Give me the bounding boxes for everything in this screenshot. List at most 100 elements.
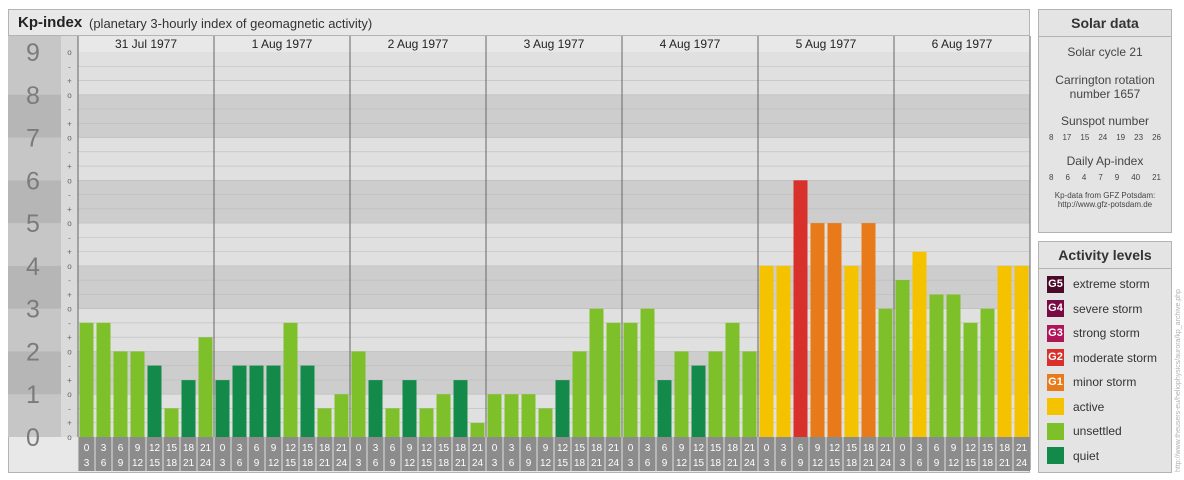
hour-end-label: 3 xyxy=(492,458,498,469)
y-tick-label: 3 xyxy=(26,296,40,324)
hour-end-label: 3 xyxy=(220,458,226,469)
hour-start-label: 0 xyxy=(356,443,362,454)
sunspot-value: 15 xyxy=(1080,133,1090,142)
hour-start-label: 18 xyxy=(455,443,467,454)
kp-bar xyxy=(368,380,383,437)
kp-bar xyxy=(572,351,587,437)
hour-start-label: 12 xyxy=(421,443,433,454)
hour-end-label: 9 xyxy=(118,458,124,469)
hour-end-label: 15 xyxy=(557,458,569,469)
thirds-tick-label: o xyxy=(67,390,72,399)
thirds-tick-label: - xyxy=(68,105,71,114)
hour-end-label: 9 xyxy=(390,458,396,469)
thirds-tick-label: - xyxy=(68,62,71,71)
kp-bar xyxy=(504,394,519,437)
hour-start-label: 0 xyxy=(492,443,498,454)
activity-level-item: G5 extreme storm xyxy=(1039,272,1171,297)
level-swatch: G1 xyxy=(1047,373,1064,391)
sunspot-value: 19 xyxy=(1116,133,1126,142)
hour-end-label: 18 xyxy=(574,458,586,469)
kp-bar xyxy=(878,308,893,437)
hour-start-label: 3 xyxy=(645,443,651,454)
y-tick-label: 0 xyxy=(26,424,40,452)
kp-chart: 0123456789o+-o+-o+-o+-o+-o+-o+-o+-o+-o31… xyxy=(8,36,1031,471)
hour-start-label: 12 xyxy=(965,443,977,454)
kp-bar xyxy=(538,408,553,437)
hour-end-label: 18 xyxy=(982,458,994,469)
copyright-text: http://www.theusers-eu/heliophysics/auro… xyxy=(1175,289,1182,472)
activity-level-item: G3 strong storm xyxy=(1039,321,1171,346)
kp-bar xyxy=(300,365,315,437)
hour-start-label: 18 xyxy=(999,443,1011,454)
level-swatch: G2 xyxy=(1047,349,1064,367)
hour-start-label: 0 xyxy=(220,443,226,454)
thirds-tick-label: o xyxy=(67,134,72,143)
carrington-line2: number 1657 xyxy=(1069,87,1141,101)
activity-levels-list: G5 extreme storm G4 severe storm G3 strong st… xyxy=(1039,269,1171,468)
hour-start-label: 21 xyxy=(472,443,484,454)
y-tick-label: 6 xyxy=(26,167,40,195)
sunspot-value: 26 xyxy=(1152,133,1161,142)
hour-end-label: 15 xyxy=(965,458,977,469)
hour-end-label: 3 xyxy=(356,458,362,469)
hour-start-label: 15 xyxy=(166,443,178,454)
y-tick-label: 5 xyxy=(26,210,40,238)
thirds-tick-label: o xyxy=(67,91,72,100)
sunspot-value: 23 xyxy=(1134,133,1144,142)
hour-end-label: 21 xyxy=(727,458,739,469)
ap-value: 7 xyxy=(1098,173,1103,182)
hour-start-label: 18 xyxy=(183,443,195,454)
source-link[interactable]: http://www.gfz-potsdam.de xyxy=(1039,200,1171,209)
hour-end-label: 24 xyxy=(336,458,348,469)
level-label: severe storm xyxy=(1073,301,1143,316)
hour-start-label: 3 xyxy=(101,443,107,454)
solar-data-heading: Solar data xyxy=(1039,10,1171,37)
hour-start-label: 9 xyxy=(271,443,277,454)
plot-band xyxy=(78,265,1030,309)
kp-bar xyxy=(623,322,638,437)
hour-end-label: 15 xyxy=(149,458,161,469)
hour-start-label: 9 xyxy=(679,443,685,454)
kp-bar xyxy=(606,322,621,437)
kp-bar xyxy=(334,394,349,437)
hour-end-label: 6 xyxy=(645,458,651,469)
hour-start-label: 12 xyxy=(693,443,705,454)
hour-end-label: 24 xyxy=(472,458,484,469)
hour-start-label: 21 xyxy=(336,443,348,454)
kp-bar xyxy=(980,308,995,437)
thirds-tick-label: - xyxy=(68,319,71,328)
kp-bar xyxy=(997,265,1012,437)
hour-start-label: 0 xyxy=(628,443,634,454)
hour-start-label: 21 xyxy=(608,443,620,454)
activity-levels-heading: Activity levels xyxy=(1039,242,1171,269)
level-label: extreme storm xyxy=(1073,277,1150,292)
activity-level-item: G2 moderate storm xyxy=(1039,346,1171,371)
y-tick-label: 9 xyxy=(26,39,40,67)
hour-end-label: 18 xyxy=(710,458,722,469)
solar-data-panel: Solar data Solar cycle 21 Carrington rot… xyxy=(1038,9,1172,233)
day-label: 4 Aug 1977 xyxy=(660,37,721,51)
day-label: 3 Aug 1977 xyxy=(524,37,585,51)
kp-bar xyxy=(436,394,451,437)
kp-bar xyxy=(657,380,672,437)
hour-start-label: 9 xyxy=(407,443,413,454)
kp-bar xyxy=(113,351,128,437)
activity-level-item: G4 severe storm xyxy=(1039,297,1171,322)
hour-start-label: 6 xyxy=(798,443,804,454)
solar-cycle: Solar cycle 21 xyxy=(1067,45,1143,59)
level-swatch: G5 xyxy=(1047,275,1064,293)
kp-bar xyxy=(232,365,247,437)
thirds-tick-label: - xyxy=(68,276,71,285)
hour-end-label: 9 xyxy=(526,458,532,469)
thirds-tick-label: + xyxy=(67,419,72,428)
day-label: 5 Aug 1977 xyxy=(796,37,857,51)
hour-start-label: 6 xyxy=(934,443,940,454)
level-label: strong storm xyxy=(1073,326,1140,341)
ap-value: 6 xyxy=(1065,173,1070,182)
kp-bar xyxy=(521,394,536,437)
kp-bar xyxy=(198,337,213,437)
hour-start-label: 12 xyxy=(557,443,569,454)
hour-start-label: 21 xyxy=(1016,443,1028,454)
y-tick-label: 2 xyxy=(26,338,40,366)
hour-end-label: 3 xyxy=(628,458,634,469)
